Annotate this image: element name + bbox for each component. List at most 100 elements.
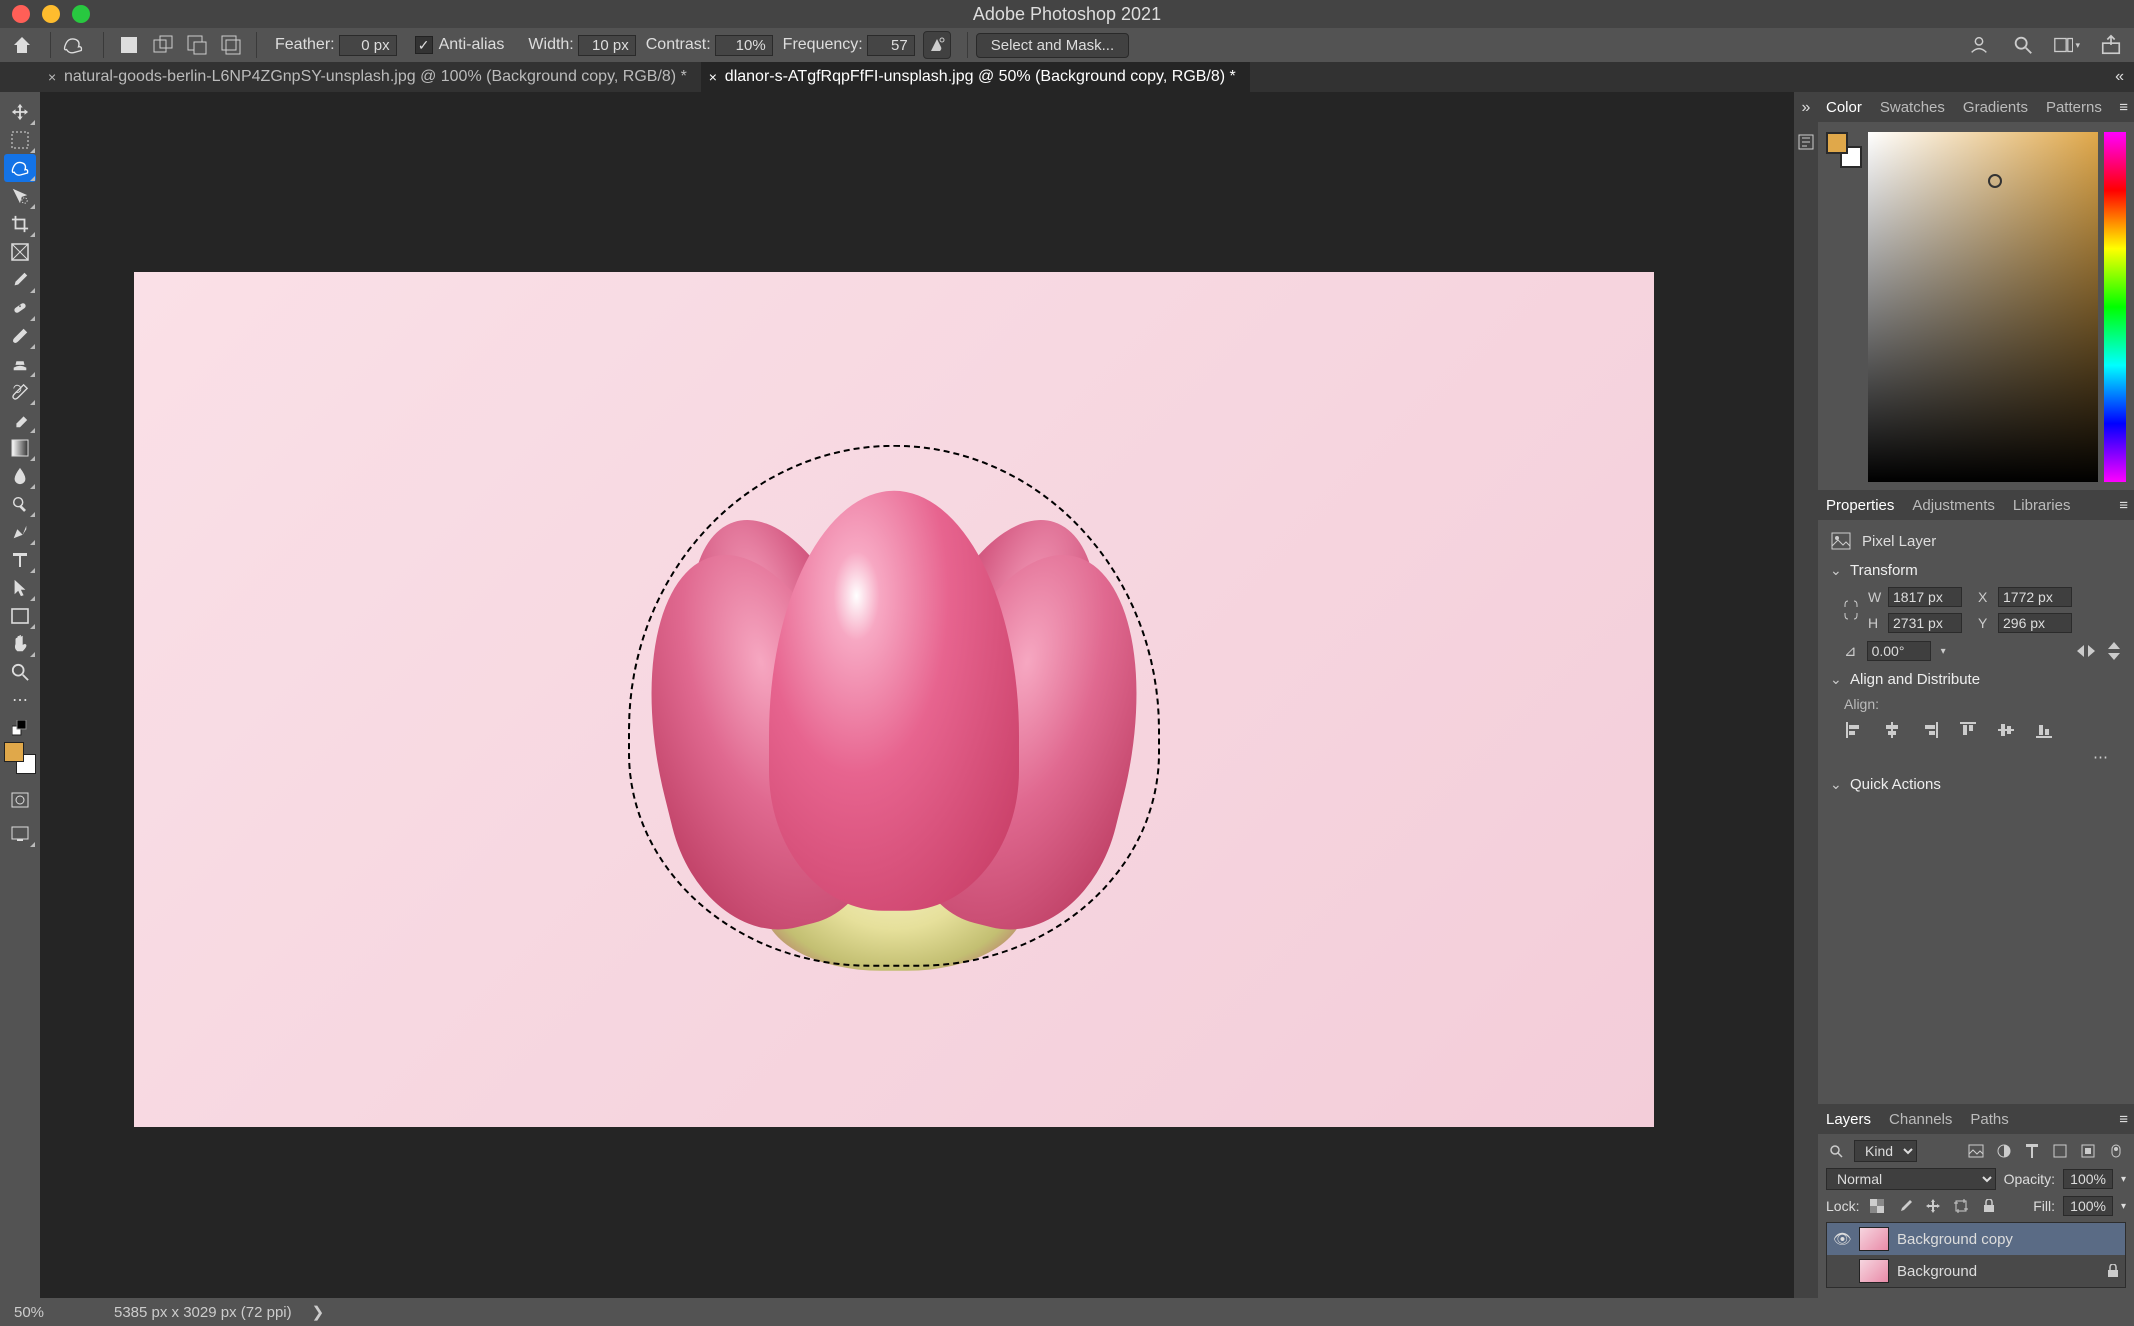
- path-selection-tool[interactable]: [4, 574, 36, 602]
- tab-patterns[interactable]: Patterns: [2046, 99, 2102, 116]
- expand-panels-icon[interactable]: »: [1796, 98, 1816, 118]
- collapse-tabs-icon[interactable]: «: [2105, 62, 2134, 92]
- antialias-checkbox[interactable]: [415, 36, 433, 54]
- close-tab-icon[interactable]: ×: [709, 69, 717, 85]
- align-right-icon[interactable]: [1920, 720, 1940, 740]
- more-options-icon[interactable]: ⋯: [2093, 748, 2122, 766]
- align-left-icon[interactable]: [1844, 720, 1864, 740]
- healing-brush-tool[interactable]: [4, 294, 36, 322]
- panel-menu-icon[interactable]: ≡: [2119, 497, 2128, 514]
- align-section-header[interactable]: Align and Distribute: [1830, 671, 2122, 688]
- tab-paths[interactable]: Paths: [1970, 1111, 2008, 1128]
- minimize-window-button[interactable]: [42, 5, 60, 23]
- share-icon[interactable]: [2098, 32, 2124, 58]
- layer-filter-select[interactable]: Kind: [1854, 1140, 1917, 1162]
- lock-transparency-icon[interactable]: [1867, 1196, 1887, 1216]
- tab-layers[interactable]: Layers: [1826, 1111, 1871, 1128]
- fill-value[interactable]: 100%: [2063, 1196, 2113, 1216]
- tab-color[interactable]: Color: [1826, 99, 1862, 116]
- opacity-value[interactable]: 100%: [2063, 1169, 2113, 1189]
- filter-shape-icon[interactable]: [2050, 1141, 2070, 1161]
- contrast-input[interactable]: [715, 35, 773, 56]
- blur-tool[interactable]: [4, 462, 36, 490]
- filter-pixel-icon[interactable]: [1966, 1141, 1986, 1161]
- lock-all-icon[interactable]: [1979, 1196, 1999, 1216]
- edit-toolbar-button[interactable]: ⋯: [4, 686, 36, 714]
- crop-tool[interactable]: [4, 210, 36, 238]
- filter-type-icon[interactable]: [2022, 1141, 2042, 1161]
- artboard[interactable]: [134, 272, 1654, 1127]
- lock-position-icon[interactable]: [1923, 1196, 1943, 1216]
- link-wh-icon[interactable]: [1844, 598, 1858, 622]
- document-tab[interactable]: × dlanor-s-ATgfRqpFfFI-unsplash.jpg @ 50…: [701, 62, 1250, 92]
- align-hcenter-icon[interactable]: [1882, 720, 1902, 740]
- layer-name[interactable]: Background copy: [1897, 1231, 2013, 1248]
- flip-vertical-icon[interactable]: [2106, 641, 2122, 661]
- blend-mode-select[interactable]: Normal: [1826, 1168, 1996, 1190]
- frame-tool[interactable]: [4, 238, 36, 266]
- lock-artboard-icon[interactable]: [1951, 1196, 1971, 1216]
- layer-name[interactable]: Background: [1897, 1263, 1977, 1280]
- document-tab[interactable]: × natural-goods-berlin-L6NP4ZGnpSY-unspl…: [40, 62, 701, 92]
- frequency-input[interactable]: [867, 35, 915, 56]
- panel-menu-icon[interactable]: ≡: [2119, 1111, 2128, 1128]
- subtract-selection-mode[interactable]: [184, 32, 210, 58]
- dodge-tool[interactable]: [4, 490, 36, 518]
- fg-swatch[interactable]: [1826, 132, 1848, 154]
- foreground-color-swatch[interactable]: [4, 742, 24, 762]
- transform-angle-input[interactable]: [1867, 641, 1931, 661]
- align-top-icon[interactable]: [1958, 720, 1978, 740]
- tab-adjustments[interactable]: Adjustments: [1912, 497, 1995, 514]
- move-tool[interactable]: [4, 98, 36, 126]
- filter-search-icon[interactable]: [1826, 1141, 1846, 1161]
- add-selection-mode[interactable]: [150, 32, 176, 58]
- layer-row[interactable]: Background: [1827, 1255, 2125, 1287]
- quick-selection-tool[interactable]: [4, 182, 36, 210]
- select-and-mask-button[interactable]: Select and Mask...: [976, 33, 1129, 58]
- filter-adjustment-icon[interactable]: [1994, 1141, 2014, 1161]
- tab-channels[interactable]: Channels: [1889, 1111, 1952, 1128]
- document-dimensions[interactable]: 5385 px x 3029 px (72 ppi): [114, 1304, 292, 1321]
- transform-w-input[interactable]: [1888, 587, 1962, 607]
- color-panel-fgbg[interactable]: [1826, 132, 1862, 168]
- transform-h-input[interactable]: [1888, 613, 1962, 633]
- foreground-background-colors[interactable]: [4, 742, 36, 774]
- flip-horizontal-icon[interactable]: [2076, 643, 2096, 659]
- pen-pressure-toggle[interactable]: [923, 31, 951, 59]
- search-icon[interactable]: [2010, 32, 2036, 58]
- clone-stamp-tool[interactable]: [4, 350, 36, 378]
- marquee-tool[interactable]: [4, 126, 36, 154]
- tab-libraries[interactable]: Libraries: [2013, 497, 2071, 514]
- lock-image-icon[interactable]: [1895, 1196, 1915, 1216]
- hue-slider[interactable]: [2104, 132, 2126, 482]
- transform-y-input[interactable]: [1998, 613, 2072, 633]
- zoom-tool[interactable]: [4, 658, 36, 686]
- panel-menu-icon[interactable]: ≡: [2119, 99, 2128, 116]
- status-more-icon[interactable]: ❯: [312, 1303, 325, 1321]
- current-tool-icon[interactable]: [59, 31, 87, 59]
- transform-section-header[interactable]: Transform: [1830, 562, 2122, 579]
- tab-gradients[interactable]: Gradients: [1963, 99, 2028, 116]
- pen-tool[interactable]: [4, 518, 36, 546]
- brush-tool[interactable]: [4, 322, 36, 350]
- close-tab-icon[interactable]: ×: [48, 69, 56, 85]
- align-bottom-icon[interactable]: [2034, 720, 2054, 740]
- canvas-area[interactable]: [40, 92, 1794, 1298]
- intersect-selection-mode[interactable]: [218, 32, 244, 58]
- width-input[interactable]: [578, 35, 636, 56]
- filter-toggle-icon[interactable]: [2106, 1141, 2126, 1161]
- zoom-level[interactable]: 50%: [14, 1304, 94, 1321]
- eyedropper-tool[interactable]: [4, 266, 36, 294]
- type-tool[interactable]: [4, 546, 36, 574]
- feather-input[interactable]: [339, 35, 397, 56]
- shape-tool[interactable]: [4, 602, 36, 630]
- gradient-tool[interactable]: [4, 434, 36, 462]
- cloud-documents-icon[interactable]: [1966, 32, 1992, 58]
- history-panel-icon[interactable]: [1796, 132, 1816, 152]
- filter-smart-icon[interactable]: [2078, 1141, 2098, 1161]
- align-vcenter-icon[interactable]: [1996, 720, 2016, 740]
- screen-mode-button[interactable]: [4, 820, 36, 848]
- tab-swatches[interactable]: Swatches: [1880, 99, 1945, 116]
- quickmask-mode-button[interactable]: [4, 786, 36, 814]
- quick-actions-header[interactable]: Quick Actions: [1830, 776, 2122, 793]
